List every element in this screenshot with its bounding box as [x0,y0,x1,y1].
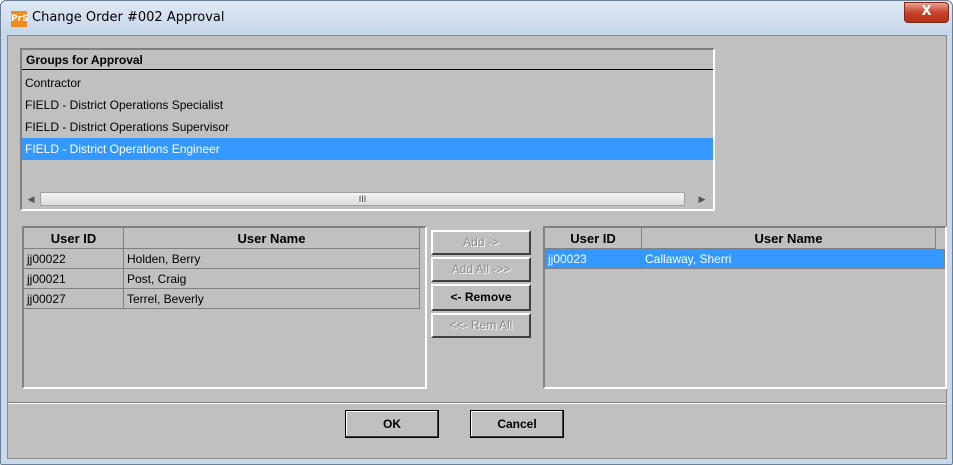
user-id-cell: jj00027 [24,289,124,309]
dialog-client-area: Groups for Approval Contractor FIELD - D… [7,35,947,459]
user-name-cell: Holden, Berry [124,249,420,269]
column-header-user-name[interactable]: User Name [124,228,420,249]
scrollbar-thumb[interactable]: III [40,192,685,206]
app-icon: PrS [11,11,29,27]
scroll-left-icon[interactable]: ◀ [24,192,38,206]
remove-all-button[interactable]: <<- Rem All [431,313,531,338]
group-item-ops-supervisor[interactable]: FIELD - District Operations Supervisor [22,116,713,138]
user-name-cell: Post, Craig [124,269,420,289]
scroll-grip: III [358,194,367,204]
user-name-cell: Terrel, Beverly [124,289,420,309]
scroll-right-icon[interactable]: ▶ [695,192,709,206]
user-name-cell: Callaway, Sherri [642,249,945,269]
dialog-window: PrS Change Order #002 Approval X Groups … [0,0,953,465]
window-title: Change Order #002 Approval [32,10,225,25]
groups-horizontal-scrollbar[interactable]: ◀ III ▶ [22,190,713,209]
title-bar[interactable]: PrS Change Order #002 Approval X [1,1,952,34]
column-header-user-name[interactable]: User Name [642,228,936,249]
ok-button[interactable]: OK [345,410,439,438]
cancel-button[interactable]: Cancel [470,410,564,438]
add-all-button[interactable]: Add All ->> [431,257,531,282]
close-icon: X [921,4,932,19]
groups-list-header: Groups for Approval [22,50,713,70]
close-button[interactable]: X [904,2,949,23]
available-users-list[interactable]: User ID User Name jj00022 Holden, Berry … [22,226,427,389]
selected-users-list[interactable]: User ID User Name jj00023 Callaway, Sher… [543,226,947,389]
add-button[interactable]: Add -> [431,230,531,255]
footer-separator [8,402,946,404]
group-item-ops-engineer[interactable]: FIELD - District Operations Engineer [22,138,713,160]
remove-button[interactable]: <- Remove [431,284,531,311]
column-header-user-id[interactable]: User ID [545,228,642,249]
column-header-user-id[interactable]: User ID [24,228,124,249]
group-item-ops-specialist[interactable]: FIELD - District Operations Specialist [22,94,713,116]
user-id-cell: jj00021 [24,269,124,289]
user-id-cell: jj00023 [545,249,642,269]
group-item-contractor[interactable]: Contractor [22,72,713,94]
groups-list[interactable]: Groups for Approval Contractor FIELD - D… [20,48,715,211]
user-id-cell: jj00022 [24,249,124,269]
